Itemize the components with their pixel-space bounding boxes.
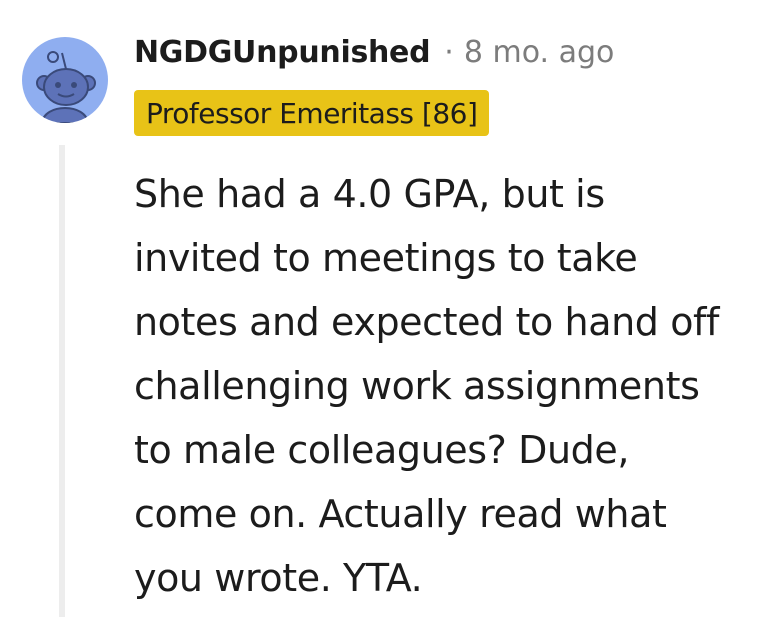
comment-body-line: challenging work assignments xyxy=(134,364,700,408)
comment-body-line: come on. Actually read what xyxy=(134,492,667,536)
comment: NGDGUnpunished · 8 mo. ago Professor Eme… xyxy=(0,0,780,617)
comment-body: She had a 4.0 GPA, but is invited to mee… xyxy=(134,162,764,610)
user-flair: Professor Emeritass [86] xyxy=(134,90,490,136)
meta-separator: · xyxy=(444,34,454,70)
snoo-avatar-icon xyxy=(36,51,96,123)
comment-header: NGDGUnpunished · 8 mo. ago xyxy=(134,28,614,76)
comment-body-line: invited to meetings to take xyxy=(134,236,638,280)
author-username[interactable]: NGDGUnpunished xyxy=(134,35,431,70)
comment-body-line: notes and expected to hand off xyxy=(134,300,720,344)
comment-body-line: you wrote. YTA. xyxy=(134,556,423,600)
avatar[interactable] xyxy=(22,37,108,123)
thread-line[interactable] xyxy=(59,145,65,617)
comment-body-line: She had a 4.0 GPA, but is xyxy=(134,172,605,216)
comment-timestamp[interactable]: 8 mo. ago xyxy=(464,35,615,70)
comment-body-line: to male colleagues? Dude, xyxy=(134,428,630,472)
